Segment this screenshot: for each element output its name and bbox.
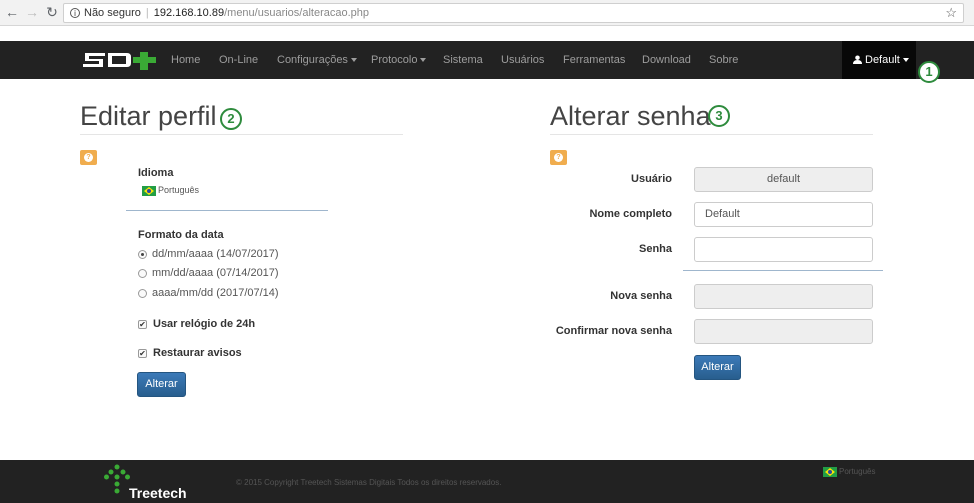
nav-configuracoes-label: Configurações [277,54,348,66]
help-icon: ? [554,153,563,162]
nav-on-line[interactable]: On-Line [219,41,258,79]
footer-copyright: © 2015 Copyright Treetech Sistemas Digit… [236,478,502,487]
date-format-radio-ddmm[interactable] [138,250,147,259]
footer-brand: Treetech [129,485,187,501]
confirm-password-field [694,319,873,344]
language-selector[interactable]: Português [142,185,199,196]
forward-arrow-icon[interactable]: → [24,4,40,20]
caret-down-icon [350,58,357,63]
help-button[interactable]: ? [80,150,97,165]
section-divider [126,210,328,211]
user-label: Usuário [631,173,672,185]
change-password-button[interactable]: Alterar [694,355,741,380]
treetech-logo-icon [104,464,130,494]
brazil-flag-icon [823,467,837,477]
nav-ferramentas[interactable]: Ferramentas [563,41,625,79]
title-divider [80,134,403,135]
user-menu-dropdown[interactable]: Default [842,41,916,79]
url-host: 192.168.10.89 [153,7,225,19]
security-label: Não seguro [84,7,141,19]
address-bar[interactable]: i Não seguro | 192.168.10.89/menu/usuarios/… [63,3,964,23]
browser-toolbar: ← → ↻ i Não seguro | 192.168.10.89/menu/usu… [0,0,974,26]
help-icon: ? [84,153,93,162]
date-format-option-label: dd/mm/aaaa (14/07/2017) [152,248,279,260]
url-path: /menu/usuarios/alteracao.php [224,7,370,19]
title-divider [550,134,873,135]
new-password-label: Nova senha [610,290,672,302]
password-label: Senha [638,243,672,255]
address-separator: | [145,7,149,19]
footer-language[interactable]: Português [823,467,875,477]
change-password-title: Alterar senha [550,101,711,131]
restore-alerts-label: Restaurar avisos [153,347,242,359]
nav-protocolo-label: Protocolo [371,54,418,66]
callout-badge-3: 3 [708,105,730,127]
nav-sistema[interactable]: Sistema [443,41,483,79]
reload-icon[interactable]: ↻ [44,4,60,20]
language-value: Português [158,185,200,195]
caret-down-icon [902,58,909,63]
back-arrow-icon[interactable]: ← [4,4,20,20]
date-format-radio-aaaa[interactable] [138,289,147,298]
sd-logo-icon[interactable] [83,49,158,71]
caret-down-icon [420,58,427,63]
nav-home[interactable]: Home [171,41,200,79]
fullname-label: Nome completo [589,208,672,220]
section-divider [683,270,883,271]
password-field[interactable] [694,237,873,262]
clock-24h-checkbox[interactable]: ✔ [138,320,147,329]
fullname-field[interactable]: Default [694,202,873,227]
page-footer: Treetech © 2015 Copyright Treetech Siste… [0,460,974,503]
language-label: Idioma [138,167,174,179]
restore-alerts-checkbox[interactable]: ✔ [138,349,147,358]
bookmark-star-icon[interactable]: ☆ [945,4,957,22]
date-format-radio-mmdd[interactable] [138,269,147,278]
top-navbar: Home On-Line Configurações Protocolo Sis… [0,41,974,79]
nav-protocolo[interactable]: Protocolo [371,41,427,79]
date-format-option-label: mm/dd/aaaa (07/14/2017) [152,267,279,279]
edit-profile-title: Editar perfil [80,101,217,131]
user-icon [853,55,862,64]
callout-badge-2: 2 [220,108,242,130]
nav-sobre[interactable]: Sobre [709,41,738,79]
date-format-option-label: aaaa/mm/dd (2017/07/14) [152,287,279,299]
nav-download[interactable]: Download [642,41,691,79]
callout-badge-1: 1 [918,61,940,83]
date-format-label: Formato da data [138,229,224,241]
user-menu-label: Default [865,54,900,66]
user-field: default [694,167,873,192]
save-profile-button[interactable]: Alterar [137,372,186,397]
new-password-field [694,284,873,309]
nav-usuarios[interactable]: Usuários [501,41,544,79]
confirm-password-label: Confirmar nova senha [555,325,672,337]
clock-24h-label: Usar relógio de 24h [153,318,256,330]
nav-configuracoes[interactable]: Configurações [277,41,357,79]
help-button[interactable]: ? [550,150,567,165]
footer-language-label: Português [839,467,876,477]
info-icon[interactable]: i [70,8,80,19]
brazil-flag-icon [142,185,156,196]
